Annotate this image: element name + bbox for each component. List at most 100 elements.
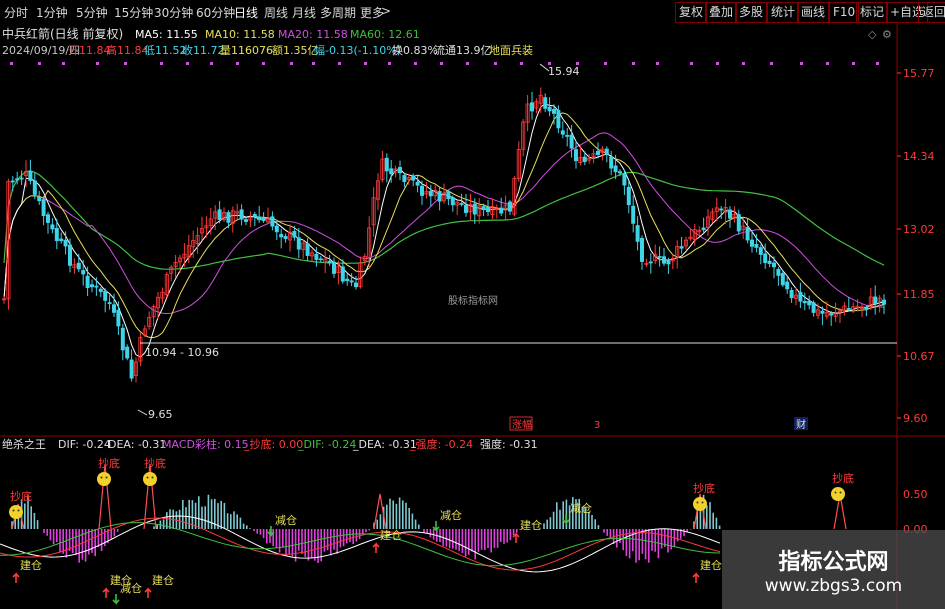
macd-bar xyxy=(552,511,555,529)
macd-bar xyxy=(490,529,492,553)
candle-body xyxy=(565,135,570,137)
face-icon xyxy=(693,497,707,511)
macd-bar xyxy=(104,529,106,547)
candle-body xyxy=(754,244,759,248)
chaodi-label: 抄底 xyxy=(832,471,854,485)
toolbar-button-4[interactable]: 画线 xyxy=(797,2,830,23)
candle-body xyxy=(129,359,134,379)
toolbar-button-3[interactable]: 统计 xyxy=(767,2,800,23)
macd-bar xyxy=(389,498,391,529)
period-tab-2[interactable]: 5分钟 xyxy=(76,4,108,21)
marker-dot xyxy=(800,62,803,65)
toolbar-button-6[interactable]: 标记 xyxy=(856,2,889,23)
macd-bar xyxy=(246,525,248,529)
diamond-icon[interactable]: ◇ xyxy=(868,28,877,41)
macd-bar xyxy=(52,529,55,545)
candle-body xyxy=(314,253,319,260)
candle-body xyxy=(798,291,803,302)
candle-body xyxy=(829,313,834,316)
event-marker-blue[interactable]: 财 xyxy=(796,418,806,431)
candle-body xyxy=(582,156,587,163)
kline-chart[interactable]: 15.7714.3413.0211.8510.679.600.500.00 抄底… xyxy=(0,24,945,609)
candle-body xyxy=(679,246,684,249)
macd-bar xyxy=(204,506,206,529)
macd-bar xyxy=(414,519,417,529)
toolbar-button-2[interactable]: 多股 xyxy=(735,2,768,23)
candle-body xyxy=(384,157,389,172)
macd-bar xyxy=(619,529,621,543)
marker-dot xyxy=(124,62,127,65)
candle-body xyxy=(59,238,64,242)
candle-body xyxy=(239,209,244,220)
period-tab-8[interactable]: 月线 xyxy=(292,4,316,21)
candle-body xyxy=(662,256,667,264)
event-marker-red-2[interactable]: 3 xyxy=(594,420,600,431)
candle-body xyxy=(485,206,490,213)
marker-dot xyxy=(656,62,659,65)
zhicang-label: 减仓 xyxy=(570,501,592,515)
macd-bar xyxy=(455,529,457,550)
candle-body xyxy=(763,253,768,264)
candle-body xyxy=(15,178,20,181)
jiancang-label: 建仓 xyxy=(380,528,402,542)
macd-bar xyxy=(339,529,342,548)
period-tab-1[interactable]: 1分钟 xyxy=(36,4,68,21)
macd-bar xyxy=(562,501,564,529)
candle-body xyxy=(789,290,794,299)
macd-bar xyxy=(285,529,287,556)
macd-bar xyxy=(198,496,200,529)
period-tab-6[interactable]: 日线 xyxy=(234,4,258,21)
candle-body xyxy=(76,262,81,270)
period-tab-5[interactable]: 60分钟 xyxy=(196,4,235,21)
macd-bar xyxy=(379,514,382,529)
candle-body xyxy=(772,262,777,268)
macd-bar xyxy=(500,529,502,543)
candle-body xyxy=(428,190,433,197)
marker-dot xyxy=(186,62,189,65)
macd-bar xyxy=(178,509,181,529)
macd-bar xyxy=(275,529,278,549)
event-marker-red[interactable]: 涨幅 xyxy=(512,418,532,431)
marker-dot xyxy=(414,62,417,65)
macd-bar xyxy=(468,529,470,555)
candle-body xyxy=(864,307,869,310)
candle-body xyxy=(618,171,623,174)
period-tab-9[interactable]: 多周期 xyxy=(320,4,356,21)
candle-body xyxy=(10,180,15,183)
macd-bar xyxy=(496,529,499,548)
candle-body xyxy=(780,273,785,286)
info-high: 高11.84 xyxy=(106,43,149,57)
info-low: 低11.52 xyxy=(144,44,187,57)
marker-dot xyxy=(62,62,65,65)
candle-body xyxy=(666,260,671,265)
candle-body xyxy=(103,290,108,301)
candle-body xyxy=(776,269,781,276)
candle-body xyxy=(596,150,601,155)
toolbar-button-5[interactable]: F10 xyxy=(829,2,860,23)
indicator-axis-label: 0.50 xyxy=(903,488,928,501)
macd-bar xyxy=(418,524,420,529)
candle-body xyxy=(94,285,99,288)
macd-bar xyxy=(330,529,332,556)
period-tab-4[interactable]: 30分钟 xyxy=(154,4,193,21)
candle-body xyxy=(701,227,706,231)
settings-icon[interactable]: ⚙ xyxy=(882,28,892,41)
info-turnover: 换0.83% xyxy=(392,43,438,57)
macd-bar xyxy=(282,529,284,548)
candle-body xyxy=(750,239,755,247)
period-tab-7[interactable]: 周线 xyxy=(264,4,288,21)
toolbar-button-1[interactable]: 叠加 xyxy=(705,2,738,23)
candle-body xyxy=(397,167,402,174)
period-tab-0[interactable]: 分时 xyxy=(4,4,28,21)
macd-bar xyxy=(594,519,596,529)
more-chevron-icon[interactable]: > xyxy=(381,4,391,18)
candle-body xyxy=(499,207,504,214)
period-tab-3[interactable]: 15分钟 xyxy=(114,4,153,21)
toolbar-button-8[interactable]: 返回 xyxy=(918,2,945,23)
chaodi-label: 抄底 xyxy=(98,456,120,470)
macd-bar xyxy=(355,529,358,542)
toolbar-button-0[interactable]: 复权 xyxy=(675,2,708,23)
macd-bar xyxy=(509,529,512,541)
center-watermark: 股标指标网 xyxy=(448,294,498,307)
info-amount: 额1.35亿 xyxy=(272,44,319,57)
